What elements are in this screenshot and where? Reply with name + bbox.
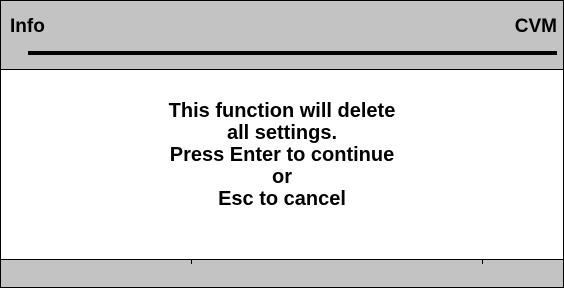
message-line-5: Esc to cancel [218, 188, 346, 210]
message-line-2: all settings. [226, 122, 338, 144]
device-screen: Info CVM This function will delete all s… [0, 0, 564, 288]
message-line-4: or [272, 166, 292, 188]
device-name: CVM [514, 16, 557, 37]
softkey-divider-left [191, 260, 192, 264]
header-divider [28, 51, 557, 55]
softkey-bar [1, 259, 563, 287]
message-line-3: Press Enter to continue [169, 144, 395, 166]
header-bar: Info CVM [1, 1, 563, 70]
confirmation-message: This function will delete all settings. … [1, 100, 563, 210]
softkey-divider-right [482, 260, 483, 264]
message-line-1: This function will delete [168, 100, 396, 122]
screen-title: Info [10, 16, 45, 37]
